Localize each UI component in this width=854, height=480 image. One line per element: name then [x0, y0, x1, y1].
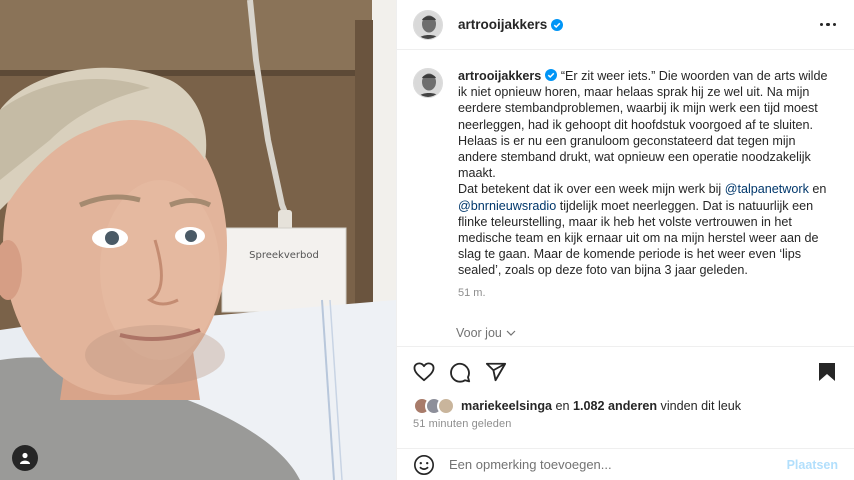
caption-text: artrooijakkers “Er zit weer iets.” Die w…	[458, 68, 830, 301]
share-button[interactable]	[483, 359, 509, 385]
share-icon	[485, 362, 507, 381]
caption-time: 51 m.	[458, 286, 486, 299]
action-bar	[397, 346, 854, 396]
caption-area: artrooijakkers “Er zit weer iets.” Die w…	[397, 50, 854, 346]
likes-count[interactable]: 1.082 anderen	[573, 399, 657, 413]
selfie-image: Spreekverbod	[0, 0, 396, 480]
verified-badge-icon	[545, 69, 558, 81]
post-photo[interactable]: Spreekverbod	[0, 0, 396, 480]
liker-username[interactable]: mariekeelsinga	[461, 399, 552, 413]
translation-label: Voor jou	[456, 326, 502, 340]
comment-bar: Plaatsen	[397, 448, 854, 480]
post-comment-button[interactable]: Plaatsen	[787, 458, 838, 472]
chevron-down-icon	[506, 330, 516, 336]
post-username[interactable]: artrooijakkers	[458, 17, 547, 32]
more-icon	[819, 22, 823, 27]
liker-avatars[interactable]	[413, 397, 455, 415]
post-header: artrooijakkers	[397, 0, 854, 50]
likes-text: en	[552, 399, 574, 413]
caption-username[interactable]: artrooijakkers	[458, 69, 541, 83]
caption-paragraph-1: “Er zit weer iets.” Die woorden van de a…	[458, 69, 828, 181]
emoji-icon	[414, 454, 434, 475]
user-tag-icon	[20, 452, 30, 464]
caption-text-part: en	[808, 182, 827, 197]
avatar-image	[414, 69, 442, 97]
post-timestamp[interactable]: 51 minuten geleden	[413, 418, 511, 430]
avatar[interactable]	[413, 9, 443, 40]
bookmark-icon	[819, 362, 835, 381]
post-panel: artrooijakkers artrooijakkers “Er zit we…	[396, 0, 854, 480]
comment-icon	[450, 362, 471, 383]
sign-text: Spreekverbod	[249, 250, 319, 261]
verified-badge-icon	[551, 18, 564, 31]
like-button[interactable]	[411, 359, 437, 385]
liker-avatar	[437, 397, 455, 415]
save-button[interactable]	[814, 359, 840, 385]
likes-row: mariekeelsinga en 1.082 anderen vinden d…	[413, 396, 741, 416]
user-tag-button[interactable]	[12, 445, 38, 471]
more-options-button[interactable]	[818, 17, 839, 33]
mention-link[interactable]: @talpanetwork	[725, 182, 809, 196]
likes-text: vinden dit leuk	[657, 399, 742, 413]
mention-link[interactable]: @bnrnieuwsradio	[458, 199, 556, 213]
caption-text-part: Dat betekent dat ik over een week mijn w…	[458, 182, 725, 197]
emoji-button[interactable]	[413, 454, 435, 476]
caption-avatar[interactable]	[413, 68, 443, 98]
heart-icon	[413, 361, 435, 381]
translation-toggle[interactable]: Voor jou	[456, 326, 516, 340]
comment-button[interactable]	[447, 359, 473, 385]
avatar-image	[414, 10, 442, 39]
comment-input[interactable]	[449, 457, 787, 472]
